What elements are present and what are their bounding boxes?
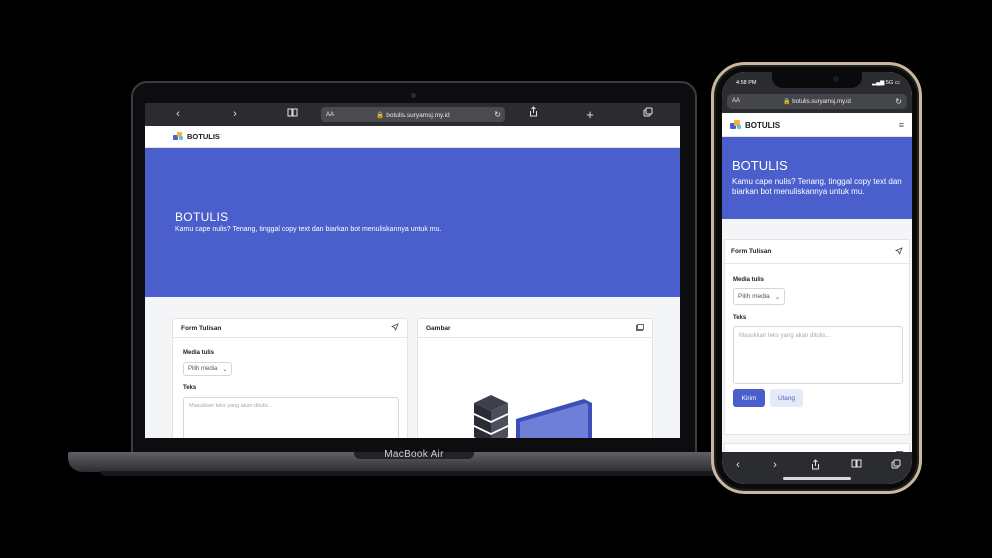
home-indicator xyxy=(783,477,851,480)
laptop-camera xyxy=(411,93,416,98)
mobile-bookmarks-icon[interactable] xyxy=(848,459,864,471)
network-type: 5G xyxy=(885,80,894,86)
mobile-url-text: botulis.suryamsj.my.id xyxy=(792,99,851,105)
mobile-url-bar: AA 🔒 botulis.suryamsj.my.id ↻ xyxy=(722,92,912,113)
mobile-brand-name: BOTULIS xyxy=(745,120,781,130)
mobile-forward-icon[interactable]: › xyxy=(767,459,783,471)
image-card: Gambar xyxy=(417,318,653,438)
text-label: Teks xyxy=(183,385,197,391)
mobile-hero-banner: BOTULIS Kamu cape nulis? Tenang, tinggal… xyxy=(722,137,912,219)
hero-subtitle: Kamu cape nulis? Tenang, tinggal copy te… xyxy=(175,226,442,233)
mobile-media-label: Media tulis xyxy=(733,277,765,283)
laptop-foot xyxy=(100,471,730,476)
mobile-page-body: Form Tulisan Media tulis Pilih media ⌄ T… xyxy=(722,219,912,483)
form-card-header: Form Tulisan xyxy=(173,319,407,338)
server-illustration xyxy=(474,395,592,438)
mobile-text-label: Teks xyxy=(733,315,747,321)
status-signal: ▂▄▆ 5G ▭ xyxy=(872,80,900,86)
mobile-reload-icon[interactable]: ↻ xyxy=(895,97,902,106)
mobile-logo-icon xyxy=(730,120,742,130)
text-input[interactable]: Masukkan teks yang akan ditulis... xyxy=(183,397,399,438)
forward-icon[interactable]: › xyxy=(226,106,244,123)
site-navbar: BOTULIS xyxy=(145,126,680,148)
laptop-screen: ‹ › AA 🔒 botulis.suryamsj.my.id ↻ + BOTU… xyxy=(145,103,680,438)
phone-screen: 4:58 PM ▂▄▆ 5G ▭ AA 🔒 botulis.suryamsj.m… xyxy=(722,72,912,484)
submit-button[interactable]: Kirim xyxy=(733,389,765,407)
mobile-form-card-title: Form Tulisan xyxy=(731,248,772,255)
media-label: Media tulis xyxy=(183,350,215,356)
brand-name: BOTULIS xyxy=(187,132,220,141)
new-tab-icon[interactable]: + xyxy=(581,106,599,123)
form-card: Form Tulisan Media tulis Pilih media ⌄ T… xyxy=(172,318,408,438)
phone-notch xyxy=(772,72,862,88)
reset-button[interactable]: Ulang xyxy=(770,389,803,407)
send-icon xyxy=(390,323,399,333)
back-icon[interactable]: ‹ xyxy=(169,106,187,123)
hero-title: BOTULIS xyxy=(175,210,229,224)
mobile-send-icon xyxy=(894,246,903,257)
share-icon[interactable] xyxy=(524,106,542,123)
laptop-model-label: MacBook Air xyxy=(384,449,444,460)
mobile-navbar: BOTULIS ≡ xyxy=(722,113,912,137)
image-card-header: Gambar xyxy=(418,319,652,338)
mobile-hero-subtitle: Kamu cape nulis? Tenang, tinggal copy te… xyxy=(732,177,902,196)
page-body: Form Tulisan Media tulis Pilih media ⌄ T… xyxy=(145,297,680,438)
mobile-back-icon[interactable]: ‹ xyxy=(730,459,746,471)
reload-icon[interactable]: ↻ xyxy=(494,110,501,119)
mobile-share-icon[interactable] xyxy=(807,459,823,473)
images-icon xyxy=(636,323,644,333)
brand-logo[interactable]: BOTULIS xyxy=(173,132,220,141)
mobile-media-select-value: Pilih media xyxy=(738,293,770,300)
media-select-value: Pilih media xyxy=(188,366,218,372)
mobile-form-card: Form Tulisan Media tulis Pilih media ⌄ T… xyxy=(724,239,910,435)
address-bar[interactable]: AA 🔒 botulis.suryamsj.my.id ↻ xyxy=(321,107,505,122)
mobile-tabs-icon[interactable] xyxy=(888,459,904,472)
front-camera xyxy=(833,76,839,82)
mobile-hero-title: BOTULIS xyxy=(732,158,788,173)
mobile-address-bar[interactable]: AA 🔒 botulis.suryamsj.my.id ↻ xyxy=(727,94,907,109)
hero-banner: BOTULIS Kamu cape nulis? Tenang, tinggal… xyxy=(145,148,680,297)
url-host: 🔒 botulis.suryamsj.my.id xyxy=(376,111,450,119)
status-time: 4:58 PM xyxy=(736,80,757,86)
hamburger-menu-icon[interactable]: ≡ xyxy=(899,120,904,130)
chevron-down-icon: ⌄ xyxy=(222,366,228,373)
logo-icon xyxy=(173,132,184,141)
text-placeholder: Masukkan teks yang akan ditulis... xyxy=(189,403,273,409)
mobile-form-card-header: Form Tulisan xyxy=(725,240,909,264)
image-card-title: Gambar xyxy=(426,324,451,332)
url-text: botulis.suryamsj.my.id xyxy=(386,111,450,119)
bookmarks-icon[interactable] xyxy=(283,106,301,123)
mobile-text-input[interactable]: Masukkan teks yang akan ditulis... xyxy=(733,326,903,384)
mobile-media-select[interactable]: Pilih media ⌄ xyxy=(733,288,786,305)
form-card-title: Form Tulisan xyxy=(181,324,222,332)
media-select[interactable]: Pilih media ⌄ xyxy=(183,362,233,376)
tabs-icon[interactable] xyxy=(639,106,657,123)
browser-toolbar: ‹ › AA 🔒 botulis.suryamsj.my.id ↻ + xyxy=(145,103,680,126)
mobile-text-placeholder: Masukkan teks yang akan ditulis... xyxy=(739,333,831,339)
mobile-chevron-down-icon: ⌄ xyxy=(774,293,781,301)
mobile-url-host: 🔒 botulis.suryamsj.my.id xyxy=(783,99,851,105)
mobile-brand-logo[interactable]: BOTULIS xyxy=(730,120,780,130)
